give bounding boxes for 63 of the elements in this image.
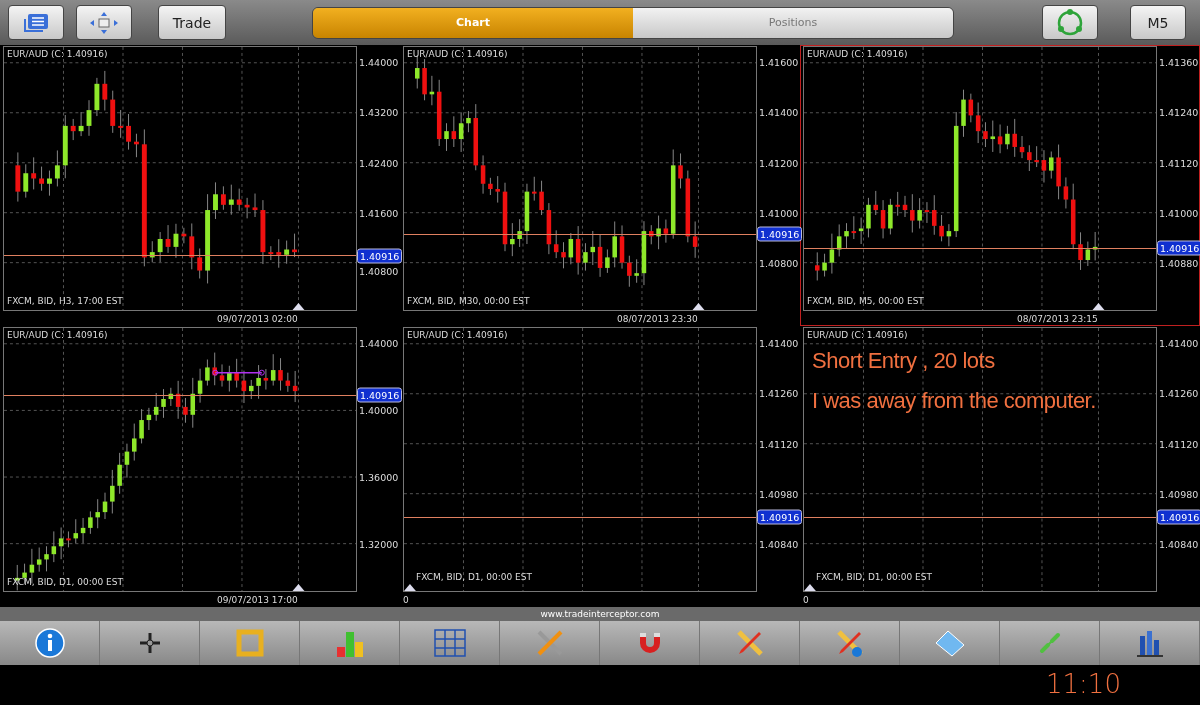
handwritten-note: I was away from the computer.: [812, 388, 1096, 414]
chart-footer: FXCM, BID, H3, 17:00 EST: [7, 296, 123, 306]
axis-tick-label: 1.40980: [759, 488, 799, 500]
axis-tick-label: 1.41000: [1159, 207, 1199, 219]
website-url: www.tradeinterceptor.com: [540, 609, 660, 619]
chart-footer: FXCM, BID, D1, 00:00 EST: [416, 572, 532, 582]
chart-footer: FXCM, BID, M30, 00:00 EST: [407, 296, 530, 306]
axis-tick-label: 1.41120: [1159, 438, 1199, 450]
axis-tick-label: 1.41120: [1159, 157, 1199, 169]
date-label: 0: [403, 595, 409, 605]
price-badge: 1.40916: [1157, 240, 1200, 256]
axis-tick-label: 1.40800: [359, 265, 399, 277]
handwritten-note: 11:10: [1046, 669, 1121, 699]
axis-tick-label: 1.40840: [1159, 538, 1199, 550]
axis-tick-label: 1.40800: [759, 257, 799, 269]
date-label: 09/07/2013 02:00: [217, 314, 298, 324]
axis-tick-label: 1.41400: [759, 337, 799, 349]
chart-panel[interactable]: EUR/AUD (C: 1.40916) FXCM, BID, M5, 00:00 EST 1.41360 1.41240 1.41120 1.41000 1.40880 1.40916 08/07/2013 23:15: [800, 45, 1200, 326]
chart-title: EUR/AUD (C: 1.40916): [807, 330, 908, 340]
chart-footer: FXCM, BID, D1, 00:00 EST: [7, 577, 123, 587]
axis-tick-label: 1.41120: [759, 438, 799, 450]
trade-button[interactable]: Trade: [158, 5, 226, 40]
price-badge: 1.40916: [1157, 509, 1200, 525]
price-badge: 1.40916: [357, 387, 403, 403]
chart-panel[interactable]: EUR/AUD (C: 1.40916) FXCM, BID, D1, 00:00 EST 1.44000 1.40000 1.36000 1.32000 1.40916 09/07/2013 17:00: [0, 326, 400, 607]
axis-tick-label: 1.42400: [359, 157, 399, 169]
timeframe-button[interactable]: M5: [1130, 5, 1186, 40]
chart-title: EUR/AUD (C: 1.40916): [407, 49, 508, 59]
chart-title: EUR/AUD (C: 1.40916): [7, 330, 108, 340]
axis-tick-label: 1.41260: [759, 387, 799, 399]
chart-panel[interactable]: EUR/AUD (C: 1.40916) FXCM, BID, M30, 00:00 EST 1.41600 1.41400 1.41200 1.41000 1.40800 1.40916 08/07/2013 23:30: [400, 45, 800, 326]
axis-tick-label: 1.44000: [359, 56, 399, 68]
date-label: 08/07/2013 23:15: [1017, 314, 1098, 324]
axis-tick-label: 1.40000: [359, 404, 399, 416]
axis-tick-label: 1.32000: [359, 538, 399, 550]
axis-tick-label: 1.41360: [1159, 56, 1199, 68]
chart-footer: FXCM, BID, D1, 00:00 EST: [816, 572, 932, 582]
axis-tick-label: 1.44000: [359, 337, 399, 349]
chart-title: EUR/AUD (C: 1.40916): [7, 49, 108, 59]
axis-tick-label: 1.41400: [1159, 337, 1199, 349]
axis-tick-label: 1.41240: [1159, 106, 1199, 118]
chart-title: EUR/AUD (C: 1.40916): [807, 49, 908, 59]
axis-tick-label: 1.36000: [359, 471, 399, 483]
axis-tick-label: 1.41600: [759, 56, 799, 68]
date-label: 09/07/2013 17:00: [217, 595, 298, 605]
axis-tick-label: 1.41000: [759, 207, 799, 219]
axis-tick-label: 1.41400: [759, 106, 799, 118]
chart-footer: FXCM, BID, M5, 00:00 EST: [807, 296, 924, 306]
axis-tick-label: 1.41200: [759, 157, 799, 169]
chart-title: EUR/AUD (C: 1.40916): [407, 330, 508, 340]
chart-panel[interactable]: EUR/AUD (C: 1.40916) FXCM, BID, H3, 17:00 EST 1.44000 1.43200 1.42400 1.41600 1.40800 1.40916 09/07/2013 02:00: [0, 45, 400, 326]
axis-tick-label: 1.41600: [359, 207, 399, 219]
date-label: 08/07/2013 23:30: [617, 314, 698, 324]
price-badge: 1.40916: [757, 509, 803, 525]
axis-tick-label: 1.43200: [359, 106, 399, 118]
axis-tick-label: 1.40880: [1159, 257, 1199, 269]
price-badge: 1.40916: [357, 248, 403, 264]
handwritten-note: Short Entry , 20 lots: [812, 348, 996, 374]
date-label: 0: [803, 595, 809, 605]
price-badge: 1.40916: [757, 226, 803, 242]
axis-tick-label: 1.40980: [1159, 488, 1199, 500]
axis-tick-label: 1.40840: [759, 538, 799, 550]
axis-tick-label: 1.41260: [1159, 387, 1199, 399]
